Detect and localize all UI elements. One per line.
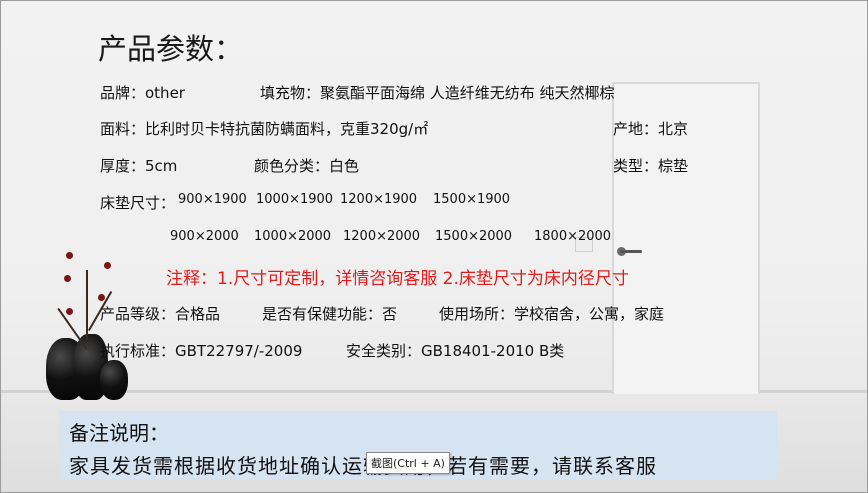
image-frame: [0, 0, 868, 493]
